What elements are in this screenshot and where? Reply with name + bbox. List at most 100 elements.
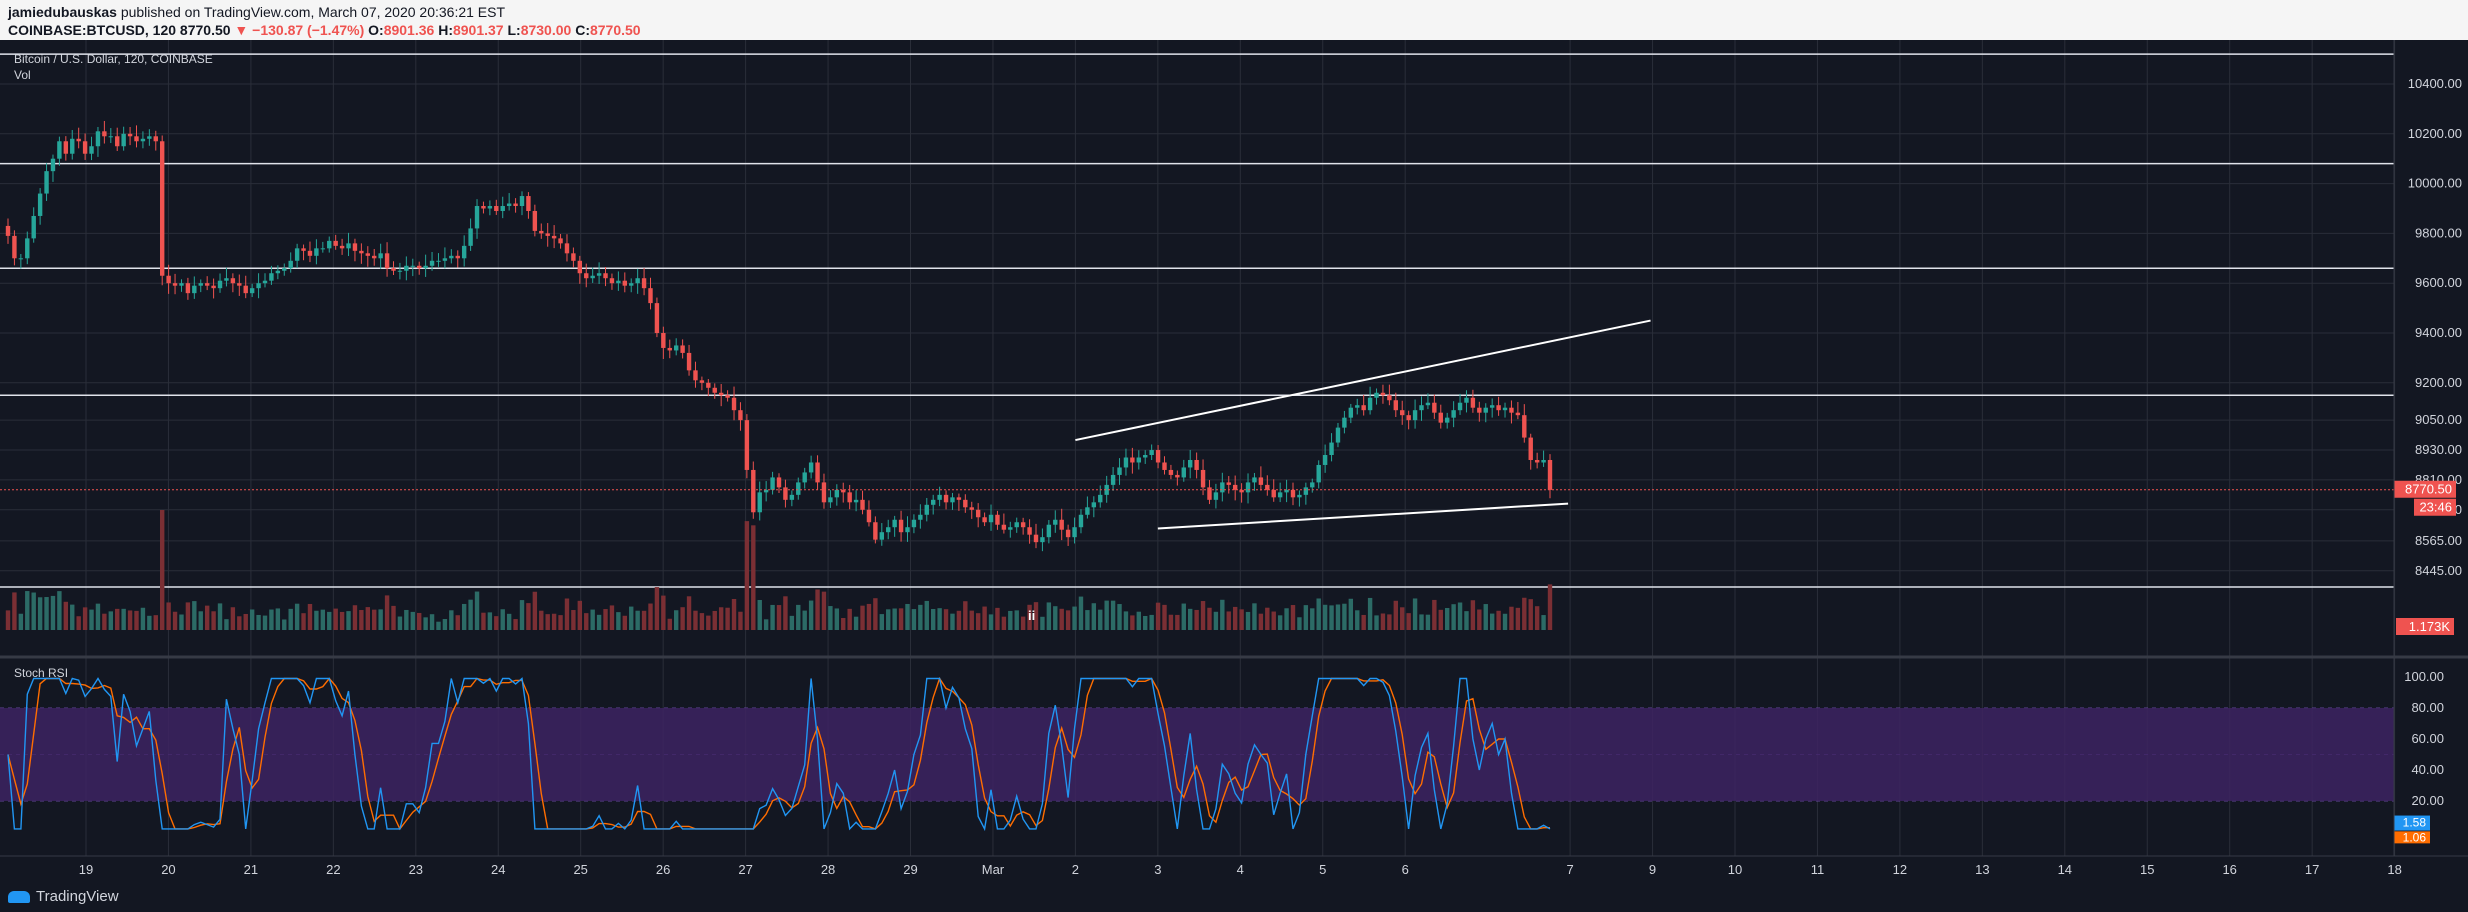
- volume-bar: [1541, 615, 1546, 630]
- volume-bar: [648, 603, 653, 630]
- candle-body: [160, 141, 165, 276]
- candle-body: [365, 253, 370, 256]
- volume-bar: [1290, 605, 1296, 630]
- candle-body: [127, 133, 133, 137]
- candle-body: [590, 275, 595, 279]
- candle-body: [333, 240, 338, 246]
- volume-bar: [127, 610, 133, 630]
- candle-body: [352, 243, 358, 251]
- candle-body: [918, 514, 923, 520]
- volume-bar: [1432, 599, 1437, 630]
- volume-bar: [1329, 605, 1334, 630]
- candle-body: [641, 278, 647, 289]
- time-tick-label: 21: [244, 862, 258, 877]
- candle-body: [1033, 534, 1039, 543]
- volume-bar: [1245, 611, 1251, 630]
- candle-body: [320, 248, 326, 250]
- candle-body: [1322, 455, 1328, 465]
- candle-body: [513, 203, 518, 207]
- candle-body: [1059, 519, 1064, 530]
- candle-body: [1464, 397, 1469, 403]
- volume-bar: [519, 600, 525, 630]
- volume-bar: [160, 510, 165, 630]
- volume-bar: [224, 619, 229, 630]
- candle-body: [204, 283, 210, 286]
- volume-bar: [1175, 614, 1180, 630]
- volume-bar: [821, 591, 827, 630]
- volume-bar: [1046, 602, 1052, 630]
- volume-bar: [301, 613, 306, 630]
- trendlines[interactable]: [1075, 319, 1651, 530]
- volume-bar: [204, 605, 210, 630]
- volume-bar: [1104, 600, 1109, 630]
- volume-bar: [1457, 602, 1463, 630]
- volume-bar: [783, 596, 788, 630]
- volume-bar: [847, 608, 852, 630]
- candle-body: [635, 278, 640, 284]
- volume-bar: [1400, 607, 1405, 630]
- tradingview-logo[interactable]: TradingView: [8, 888, 119, 905]
- volume-bar: [969, 610, 974, 630]
- candle-body: [776, 477, 782, 488]
- candle-body: [1175, 474, 1180, 478]
- candle-body: [1188, 459, 1193, 468]
- candle-body: [211, 285, 216, 289]
- volume-bar: [603, 609, 608, 630]
- volume-bar: [82, 607, 88, 630]
- author-name[interactable]: jamiedubauskas: [8, 4, 117, 20]
- volume-bar: [539, 610, 544, 630]
- volume-bar: [37, 597, 43, 630]
- candle-body: [1528, 437, 1533, 460]
- open-value: 8901.36: [383, 22, 435, 38]
- candle-body: [1393, 400, 1398, 411]
- candle-body: [282, 268, 287, 271]
- candle-body: [404, 265, 409, 271]
- close-value: 8770.50: [589, 22, 641, 38]
- candle-body: [1387, 395, 1392, 401]
- volume-bar: [230, 607, 236, 630]
- candle-body: [307, 250, 313, 256]
- volume-bar: [744, 521, 750, 630]
- volume-bar: [417, 612, 422, 630]
- time-tick-label: 10: [1728, 862, 1742, 877]
- volume-bar: [1078, 596, 1084, 630]
- volume-bar: [1322, 604, 1328, 630]
- volume-bar: [1393, 600, 1398, 630]
- volume-bar: [44, 597, 49, 630]
- candle-body: [1085, 507, 1090, 515]
- candle-body: [359, 250, 364, 254]
- volume-bar: [751, 525, 756, 630]
- volume-bar: [1053, 606, 1058, 630]
- candle-body: [519, 196, 525, 207]
- volume-bar: [1271, 611, 1276, 630]
- candle-body: [237, 283, 242, 286]
- candle-body: [853, 499, 859, 503]
- volume-bar: [1001, 616, 1007, 630]
- time-tick-label: 11: [1811, 862, 1825, 877]
- time-tick-label: 14: [2058, 862, 2072, 877]
- stoch-d-badge-text: 1.06: [2403, 830, 2427, 844]
- volume-bar: [397, 616, 403, 630]
- symbol-label[interactable]: COINBASE:BTCUSD, 120: [8, 22, 176, 38]
- volume-bar: [455, 615, 460, 630]
- candle-body: [1065, 529, 1071, 538]
- candle-body: [988, 514, 994, 523]
- price-tick-label: 9400.00: [2415, 325, 2462, 340]
- volume-bar: [815, 589, 820, 630]
- chart-canvas[interactable]: 19 20 21 22 23 24 25 26 27 28 29 Mar 2 3 4 5 6 7 9 10 11 12 13…: [0, 40, 2468, 880]
- volume-bar: [294, 603, 300, 630]
- volume-bar: [975, 613, 981, 630]
- candle-body: [1502, 407, 1508, 411]
- volume-bar: [1387, 614, 1392, 630]
- time-tick-label: 17: [2305, 862, 2319, 877]
- volume-bar: [320, 609, 326, 630]
- candle-body: [423, 265, 428, 269]
- high-label: H:: [438, 22, 453, 38]
- candle-body: [1020, 522, 1026, 528]
- price-tick-label: 8565.00: [2415, 533, 2462, 548]
- volume-bar: [661, 595, 666, 630]
- candle-body: [1515, 412, 1521, 416]
- candle-body: [1342, 417, 1347, 428]
- price-tick-label: 9050.00: [2415, 412, 2462, 427]
- volume-bar: [1445, 608, 1450, 630]
